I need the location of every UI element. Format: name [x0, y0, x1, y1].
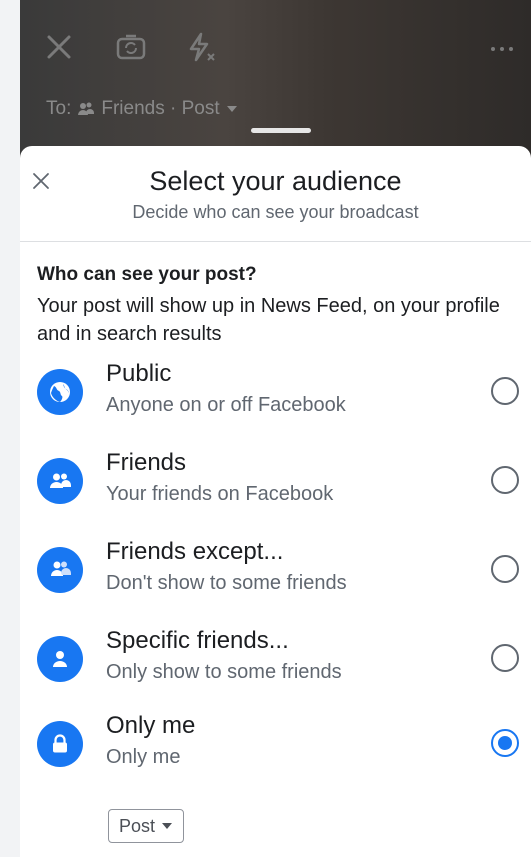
close-icon[interactable] [42, 30, 76, 64]
option-label: Only me [106, 712, 196, 739]
friends-icon [37, 458, 83, 504]
friends-icon [78, 102, 95, 115]
post-dropdown-label: Post [119, 815, 156, 836]
person-icon [37, 636, 83, 682]
audience-question: Who can see your post? Your post will sh… [20, 242, 531, 348]
globe-icon [37, 369, 83, 415]
to-label: To: [46, 98, 72, 119]
caret-down-icon [162, 823, 173, 829]
switch-camera-icon[interactable] [114, 30, 148, 64]
option-friends-except[interactable]: Friends except... Don't show to some fri… [37, 530, 531, 610]
post-dropdown[interactable]: Post [108, 809, 185, 843]
sheet-header: Select your audience Decide who can see … [20, 146, 531, 242]
option-label: Specific friends... [106, 627, 289, 654]
audience-sheet: Select your audience Decide who can see … [20, 146, 531, 857]
question-title: Who can see your post? [37, 264, 257, 285]
sheet-title: Select your audience [149, 166, 402, 196]
caret-down-icon [226, 106, 237, 112]
screen: To: Friends · Post Select your audience … [20, 0, 531, 857]
option-friends[interactable]: Friends Your friends on Facebook [37, 441, 531, 521]
option-specific-friends[interactable]: Specific friends... Only show to some fr… [37, 619, 531, 699]
radio-friends[interactable] [491, 466, 519, 494]
option-sublabel: Don't show to some friends [106, 572, 347, 594]
option-label: Public [106, 360, 172, 387]
question-description: Your post will show up in News Feed, on … [37, 295, 500, 345]
radio-friends-except[interactable] [491, 555, 519, 583]
radio-only-me[interactable] [491, 729, 519, 757]
lock-icon [37, 721, 83, 767]
option-label: Friends [106, 449, 187, 476]
option-sublabel: Only show to some friends [106, 661, 342, 683]
flash-off-icon[interactable] [183, 30, 217, 64]
option-sublabel: Only me [106, 746, 181, 768]
sheet-subtitle: Decide who can see your broadcast [132, 202, 419, 222]
audience-selector[interactable]: To: Friends · Post [46, 98, 238, 120]
option-sublabel: Anyone on or off Facebook [106, 394, 346, 416]
sheet-drag-handle[interactable] [251, 128, 311, 133]
option-sublabel: Your friends on Facebook [106, 483, 334, 505]
audience-label: Friends · Post [101, 98, 220, 119]
radio-specific-friends[interactable] [491, 644, 519, 672]
option-only-me[interactable]: Only me Only me [37, 704, 531, 784]
camera-preview: To: Friends · Post [20, 0, 531, 160]
more-options-icon[interactable] [485, 32, 519, 66]
option-public[interactable]: Public Anyone on or off Facebook [37, 352, 531, 432]
friends-except-icon [37, 547, 83, 593]
radio-public[interactable] [491, 377, 519, 405]
option-label: Friends except... [106, 538, 284, 565]
